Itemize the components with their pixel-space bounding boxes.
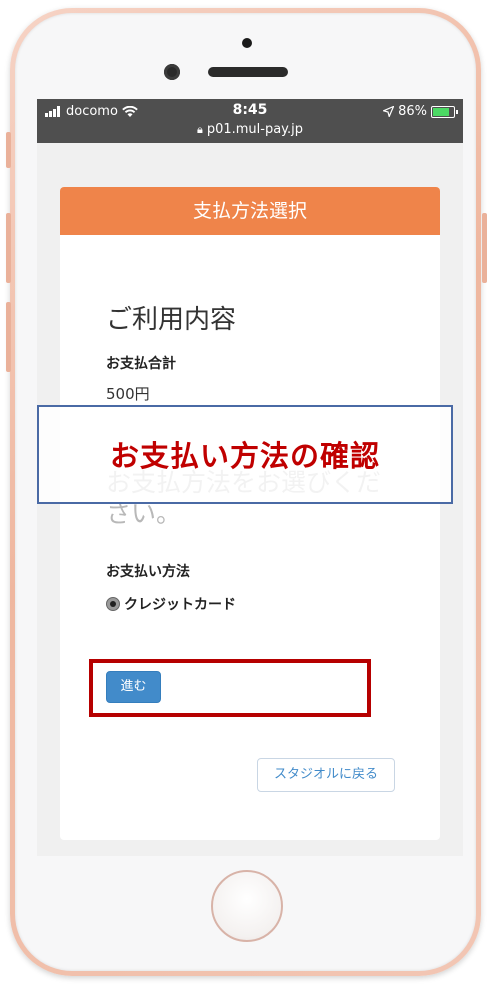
payment-option-credit-card[interactable]: クレジットカード xyxy=(106,594,236,614)
earpiece-speaker xyxy=(208,67,288,77)
home-button[interactable] xyxy=(211,870,283,942)
payment-option-label: クレジットカード xyxy=(124,597,236,613)
url-text: p01.mul-pay.jp xyxy=(206,122,304,137)
card-header-title: 支払方法選択 xyxy=(60,187,440,235)
payment-method-label: お支払い方法 xyxy=(106,564,190,580)
phone-volume-down xyxy=(6,302,11,372)
status-right: 86% xyxy=(383,104,458,119)
total-label: お支払合計 xyxy=(106,356,176,372)
phone-mute-switch xyxy=(6,132,11,168)
annotation-highlight-next-button xyxy=(89,659,371,717)
location-arrow-icon xyxy=(383,106,395,117)
battery-charging-icon xyxy=(431,105,458,118)
phone-power-button xyxy=(482,213,487,283)
radio-selected-icon[interactable] xyxy=(106,597,120,611)
front-camera xyxy=(164,64,180,80)
lock-icon: 🔒︎ xyxy=(196,123,203,136)
back-to-studio-button[interactable]: スタジオルに戻る xyxy=(257,758,395,792)
payment-method-card: 支払方法選択 ご利用内容 お支払合計 500円 お支払方法をお選びください。 お… xyxy=(60,187,440,840)
status-bar: docomo 8:45 86% 🔒︎ p01.mul-pay.jp xyxy=(37,99,463,143)
total-amount: 500円 xyxy=(106,385,150,403)
usage-heading: ご利用内容 xyxy=(106,305,237,335)
battery-percent: 86% xyxy=(398,104,427,119)
address-bar[interactable]: 🔒︎ p01.mul-pay.jp xyxy=(37,122,463,137)
annotation-callout-text: お支払い方法の確認 xyxy=(109,439,380,473)
phone-volume-up xyxy=(6,213,11,283)
proximity-sensor xyxy=(242,38,252,48)
